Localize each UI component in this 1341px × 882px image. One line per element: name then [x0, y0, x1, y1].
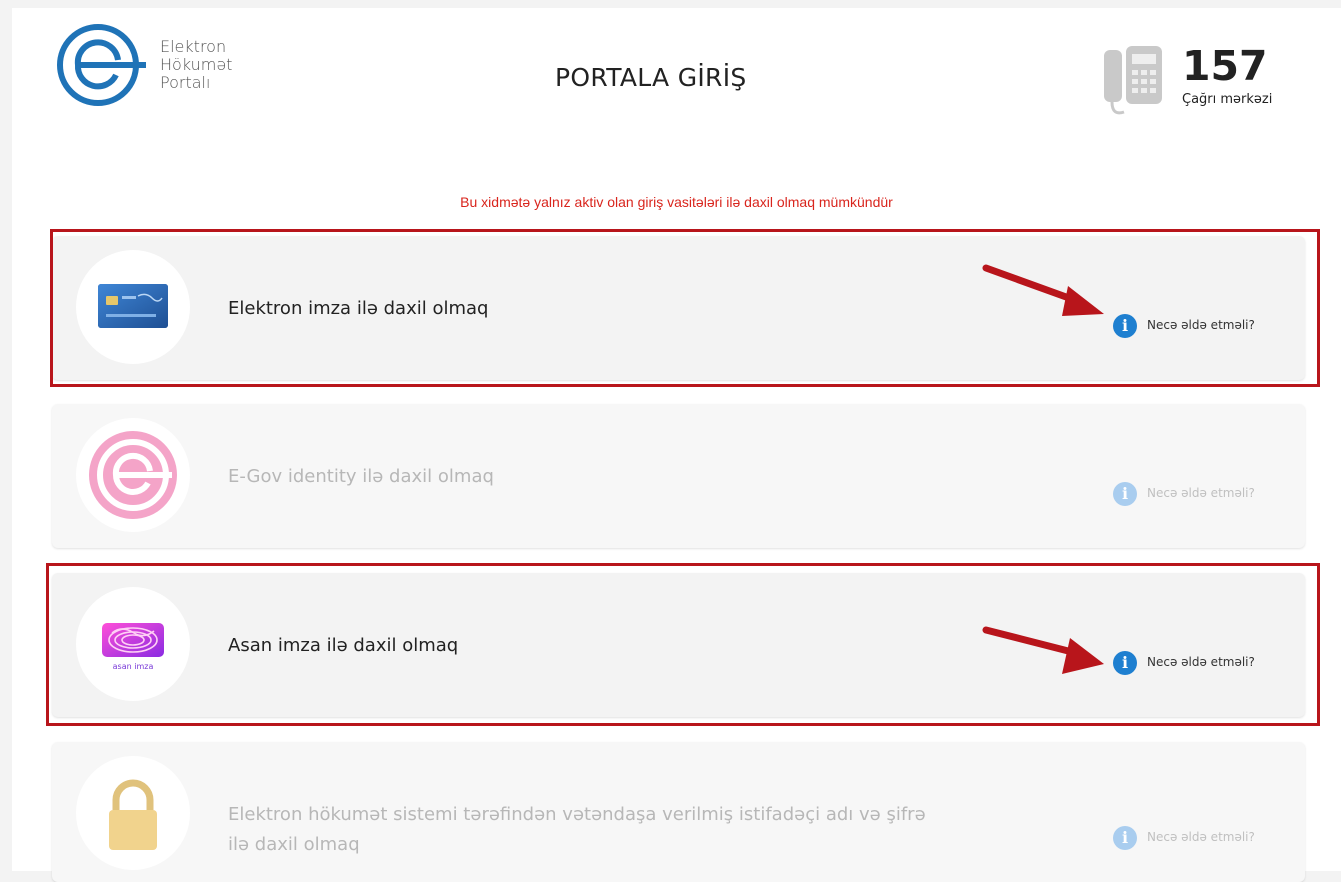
option-icon-circle — [76, 418, 190, 532]
info-icon: i — [1113, 826, 1137, 850]
logo-line-3: Portalı — [160, 73, 211, 92]
option-label-line-1: Elektron hökumət sistemi tərəfindən vətə… — [228, 804, 926, 825]
logo-line-1: Elektron — [160, 37, 227, 56]
notice-message: Bu xidmətə yalnız aktiv olan giriş vasit… — [460, 194, 893, 210]
call-center[interactable]: 157 Çağrı mərkəzi — [1100, 42, 1300, 122]
how-to-get-text: Necə əldə etməli? — [1147, 830, 1255, 844]
login-page: Elektron Hökumət Portalı PORTALA GİRİŞ 1… — [12, 8, 1341, 882]
highlight-box — [46, 563, 1320, 726]
option-label-line-2: ilə daxil olmaq — [228, 834, 360, 855]
lock-icon — [109, 779, 157, 850]
egov-identity-icon — [89, 431, 177, 519]
option-icon-circle — [76, 756, 190, 870]
page-title: PORTALA GİRİŞ — [555, 63, 747, 92]
egov-logo[interactable]: Elektron Hökumət Portalı — [54, 20, 254, 106]
info-icon: i — [1113, 482, 1137, 506]
call-center-label: Çağrı mərkəzi — [1182, 92, 1273, 107]
login-option-username-password: Elektron hökumət sistemi tərəfindən vətə… — [52, 742, 1305, 882]
logo-line-2: Hökumət — [160, 55, 233, 74]
arrow-annotation-icon — [982, 264, 1104, 316]
highlight-box — [50, 229, 1320, 387]
how-to-get-link: i Necə əldə etməli? — [1113, 482, 1293, 506]
login-option-egov-identity: E-Gov identity ilə daxil olmaq i Necə əl… — [52, 404, 1305, 548]
call-center-number: 157 — [1182, 42, 1268, 90]
option-label: Elektron hökumət sistemi tərəfindən vətə… — [228, 800, 926, 860]
arrow-annotation-icon — [982, 626, 1104, 674]
egov-logo-icon — [57, 24, 146, 106]
how-to-get-text: Necə əldə etməli? — [1147, 486, 1255, 500]
how-to-get-link: i Necə əldə etməli? — [1113, 826, 1293, 850]
phone-icon — [1104, 46, 1162, 115]
logo-text: Elektron Hökumət Portalı — [160, 38, 232, 92]
option-label: E-Gov identity ilə daxil olmaq — [228, 466, 494, 487]
